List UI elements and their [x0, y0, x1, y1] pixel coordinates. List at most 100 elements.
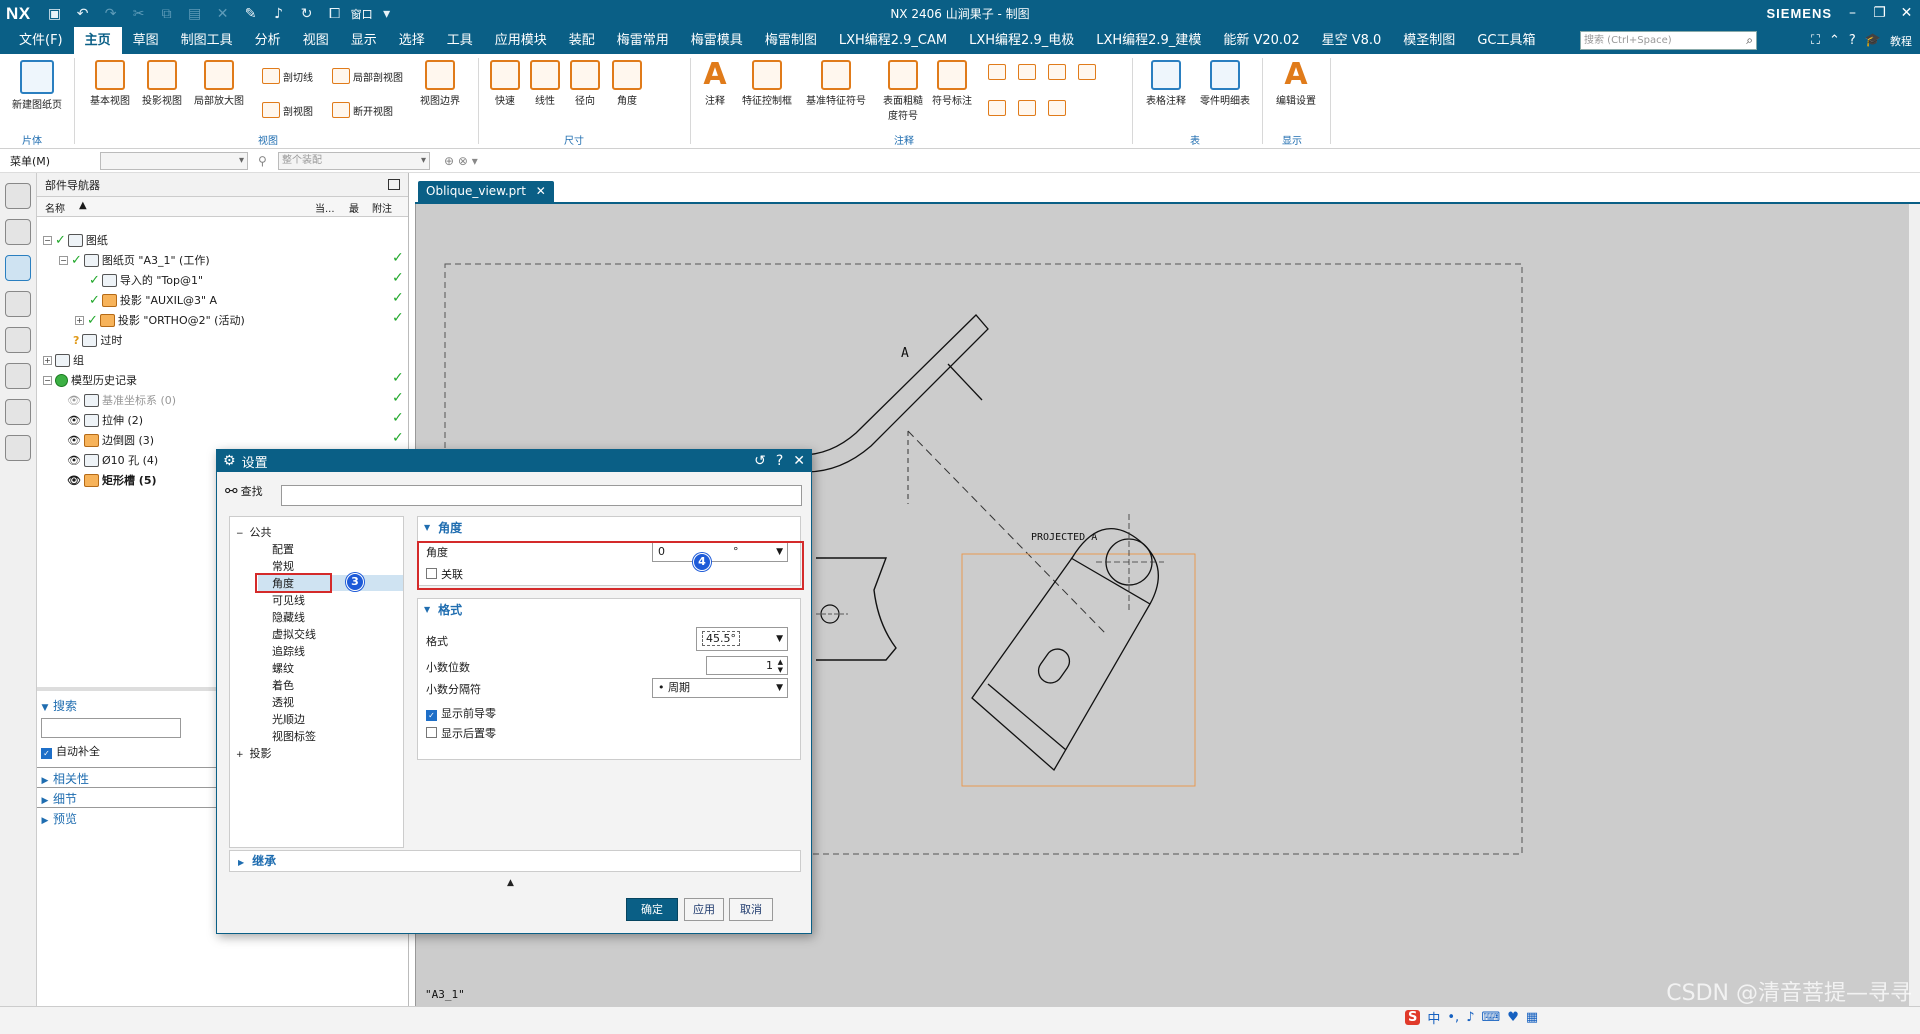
tree-node-drawing[interactable]: − ✓ 图纸 [43, 230, 108, 250]
restore-icon[interactable]: ❐ [1866, 0, 1893, 27]
tutorial-icon[interactable]: 🎓 [1865, 33, 1881, 48]
tree-node-perspective[interactable]: 透视 [272, 694, 294, 710]
skin-icon[interactable]: ♥ [1507, 1010, 1519, 1025]
type-filter-combo[interactable] [100, 151, 248, 170]
section-view-button[interactable]: 剖视图 [262, 102, 313, 118]
tab-lxh-modeling[interactable]: LXH编程2.9_建模 [1085, 27, 1212, 54]
projected-view-button[interactable]: 投影视图 [142, 60, 182, 107]
linear-dimension-button[interactable]: 线性 [530, 60, 560, 107]
chevron-down-icon[interactable]: ▼ [776, 628, 783, 650]
rapid-dimension-button[interactable]: 快速 [490, 60, 520, 107]
tab-assemblies[interactable]: 装配 [558, 27, 606, 54]
microphone-icon[interactable]: ♪ [1466, 1010, 1474, 1025]
crosshatch-button[interactable] [1018, 100, 1036, 116]
tree-node-trace-lines[interactable]: 追踪线 [272, 643, 305, 659]
format-section-header[interactable]: ▼ 格式 [418, 599, 800, 619]
tree-node-configuration[interactable]: 配置 [272, 541, 294, 557]
trailing-zeros-checkbox[interactable]: 显示后置零 [426, 725, 496, 741]
tab-meilei-mold[interactable]: 梅雷模具 [680, 27, 754, 54]
tab-sketch[interactable]: 草图 [122, 27, 170, 54]
tree-node-projection[interactable]: + 投影 [236, 745, 272, 761]
parts-list-button[interactable]: 零件明细表 [1200, 60, 1250, 107]
detail-view-button[interactable]: 局部放大图 [194, 60, 244, 107]
undo-icon[interactable]: ↶ [74, 6, 92, 22]
redo-icon[interactable]: ↷ [102, 6, 120, 22]
angular-dimension-button[interactable]: 角度 [612, 60, 642, 107]
save-icon[interactable]: ▣ [46, 6, 64, 22]
vertical-scrollbar[interactable] [1908, 204, 1920, 1006]
tree-node-threads[interactable]: 螺纹 [272, 660, 294, 676]
cancel-button[interactable]: 取消 [729, 898, 773, 921]
tree-node-virtual-intersection[interactable]: 虚拟交线 [272, 626, 316, 642]
collapse-icon[interactable]: − [59, 255, 68, 265]
main-menu-button[interactable]: 菜单(M) [0, 153, 100, 169]
find-input[interactable] [281, 485, 802, 506]
tree-node-smooth-edges[interactable]: 光顺边 [272, 711, 305, 727]
filter-icon[interactable]: ⚲ [258, 154, 272, 168]
radial-dimension-button[interactable]: 径向 [570, 60, 600, 107]
tree-node-sheet-a3[interactable]: − ✓ 图纸页 "A3_1" (工作) [59, 250, 210, 270]
window-switch-icon[interactable]: ⧠ [326, 6, 344, 22]
document-tab[interactable]: Oblique_view.prt ✕ [418, 181, 554, 202]
maximize-icon[interactable] [388, 179, 400, 190]
tree-node-datum-csys[interactable]: 👁 基准坐标系 (0) [67, 390, 176, 410]
tab-select[interactable]: 选择 [388, 27, 436, 54]
tree-node-rect-slot[interactable]: 👁 矩形槽 (5) [67, 470, 157, 490]
tab-analysis[interactable]: 分析 [244, 27, 292, 54]
tree-node-imported-top[interactable]: ✓ 导入的 "Top@1" [89, 270, 203, 290]
tab-close-icon[interactable]: ✕ [536, 184, 546, 198]
palette-icon[interactable] [5, 363, 31, 389]
chevron-down-icon[interactable]: ▼ [776, 679, 783, 697]
visibility-eye-icon[interactable]: 👁 [67, 454, 81, 467]
paste-icon[interactable]: ▤ [186, 6, 204, 22]
column-attached[interactable]: 附注 [372, 200, 392, 215]
weld-symbol-button[interactable] [988, 100, 1006, 116]
edit-settings-button[interactable]: A 编辑设置 [1276, 60, 1316, 108]
settings-icon[interactable] [5, 183, 31, 209]
tools-icon[interactable] [5, 435, 31, 461]
ime-mode-label[interactable]: 中 [1427, 1008, 1440, 1027]
cut-icon[interactable]: ✂ [130, 6, 148, 22]
tab-drafting-tools[interactable]: 制图工具 [170, 27, 244, 54]
navigator-search-input[interactable] [41, 718, 181, 738]
tab-nengxin[interactable]: 能新 V20.02 [1212, 27, 1310, 54]
apply-button[interactable]: 应用 [684, 898, 724, 921]
scope-filter-combo[interactable]: 整个装配 [278, 151, 430, 170]
format-combo[interactable]: 45.5° ▼ [696, 627, 788, 651]
keyboard-icon[interactable]: ⌨ [1482, 1010, 1501, 1025]
break-out-section-button[interactable]: 局部剖视图 [332, 68, 403, 84]
tab-display[interactable]: 显示 [340, 27, 388, 54]
tabular-note-button[interactable]: 表格注释 [1146, 60, 1186, 107]
tree-node-ortho[interactable]: + ✓ 投影 "ORTHO@2" (活动) [75, 310, 245, 330]
tree-node-common[interactable]: − 公共 [236, 524, 272, 540]
chevron-down-icon[interactable]: ▾ [378, 6, 396, 22]
collapse-icon[interactable]: − [43, 235, 52, 245]
tree-node-outdated[interactable]: ? 过时 [73, 330, 122, 350]
datum-target-button[interactable] [1018, 64, 1036, 80]
web-browser-icon[interactable] [5, 327, 31, 353]
tree-node-shading[interactable]: 着色 [272, 677, 294, 693]
column-name[interactable]: 名称 [45, 200, 65, 215]
base-view-button[interactable]: 基本视图 [90, 60, 130, 107]
image-button[interactable] [1048, 100, 1066, 116]
tree-node-auxil[interactable]: ✓ 投影 "AUXIL@3" A [89, 290, 217, 310]
datum-feature-symbol-button[interactable]: 基准特征符号 [806, 60, 866, 107]
minimize-icon[interactable]: – [1839, 0, 1866, 27]
expand-icon[interactable]: + [75, 315, 84, 325]
history-icon[interactable] [5, 399, 31, 425]
punctuation-icon[interactable]: •, [1447, 1010, 1459, 1025]
sort-ascending-icon[interactable]: ▲ [79, 200, 87, 211]
repeat-command-icon[interactable]: ↻ [298, 6, 316, 22]
collapse-icon[interactable]: − [236, 529, 244, 539]
centerline-button[interactable] [988, 64, 1006, 80]
tab-tools[interactable]: 工具 [436, 27, 484, 54]
tree-node-general[interactable]: 常规 [272, 558, 294, 574]
decimals-spinner[interactable]: 1 ▲ ▼ [706, 656, 788, 675]
tab-meilei-common[interactable]: 梅雷常用 [606, 27, 680, 54]
tab-gc-toolbox[interactable]: GC工具箱 [1466, 27, 1546, 54]
expand-icon[interactable]: + [43, 355, 52, 365]
close-icon[interactable]: ✕ [1893, 0, 1920, 27]
visibility-eye-icon[interactable]: 👁 [67, 474, 81, 487]
column-current[interactable]: 当... [315, 200, 335, 215]
dialog-title-bar[interactable]: ⚙ 设置 ↺ ? ✕ [217, 450, 811, 472]
